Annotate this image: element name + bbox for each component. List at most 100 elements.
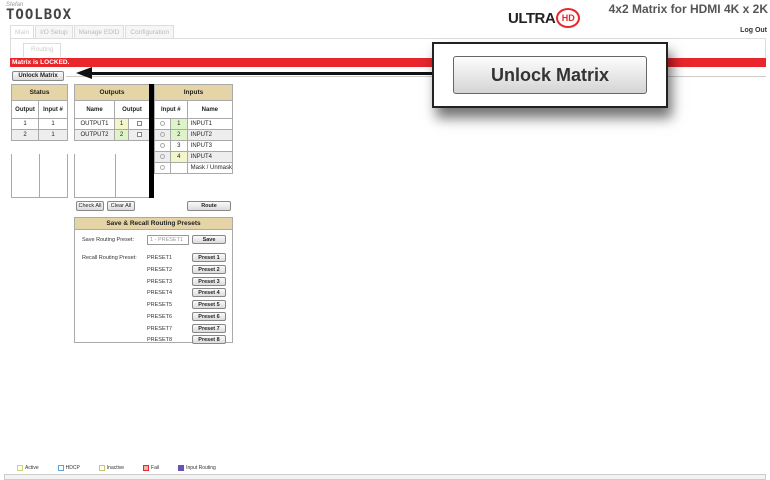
mask-radio[interactable]	[160, 164, 165, 170]
outputs-table: Outputs Name Output OUTPUT1 1 OUTPUT2 2	[74, 84, 150, 141]
table-row: 3 INPUT3	[154, 140, 234, 152]
tab-routing[interactable]: Routing	[23, 43, 62, 57]
legend-label: Inactive	[106, 465, 125, 471]
table-row: 1 1	[11, 118, 68, 130]
outputs-col-name: Name	[74, 100, 115, 119]
status-input-cell: 1	[38, 118, 68, 130]
legend-item: Input Routing	[178, 465, 216, 471]
input-num-cell	[170, 162, 188, 174]
input-num-cell: 2	[170, 129, 188, 141]
clear-all-button[interactable]: Clear All	[107, 201, 135, 211]
preset-2-button[interactable]: Preset 2	[192, 265, 226, 274]
preset-7-button[interactable]: Preset 7	[192, 324, 226, 333]
table-row: 2 1	[11, 129, 68, 141]
legend-swatch	[143, 465, 150, 471]
unlock-matrix-button-zoomed[interactable]: Unlock Matrix	[453, 56, 647, 94]
check-all-button[interactable]: Check All	[76, 201, 104, 211]
legend-swatch	[17, 465, 23, 471]
input-radio-cell	[154, 118, 171, 130]
inputs-col-num: Input #	[154, 100, 188, 119]
input-num-cell: 3	[170, 140, 188, 152]
output-num-cell: 2	[114, 129, 129, 141]
inputs-table: Inputs Input # Name 1 INPUT1 2 INPUT2 3 …	[154, 84, 234, 174]
legend-swatch	[57, 465, 64, 471]
input-radio-cell	[154, 129, 171, 141]
status-output-cell: 2	[11, 129, 39, 141]
save-preset-select[interactable]: 1 - PRESET1	[147, 235, 189, 245]
outputs-col-output: Output	[114, 100, 150, 119]
table-row: 1 INPUT1	[154, 118, 234, 130]
status-col-input: Input #	[38, 100, 68, 119]
input-name-cell: INPUT3	[186, 140, 234, 152]
preset-1-button[interactable]: Preset 1	[192, 253, 226, 262]
output-checkbox-cell	[128, 129, 150, 141]
legend-item: HDCP	[57, 465, 80, 471]
status-legend: Active HDCP Inactive Fail Input Routing	[17, 465, 235, 471]
tab-main[interactable]: Main	[10, 25, 35, 38]
output1-checkbox[interactable]	[136, 120, 142, 126]
hd-circle: HD	[556, 8, 581, 28]
inputs-title: Inputs	[154, 84, 233, 101]
input-name-cell: INPUT4	[186, 151, 234, 163]
legend-item: Inactive	[98, 465, 125, 471]
input-num-cell: 4	[170, 151, 188, 163]
input-name-cell: INPUT1	[186, 118, 234, 130]
output2-checkbox[interactable]	[136, 131, 142, 137]
callout-arrow-head	[76, 67, 92, 79]
preset-name: PRESET8	[147, 337, 173, 343]
product-title: 4x2 Matrix for HDMI 4K x 2K	[608, 2, 768, 16]
output-checkbox-cell	[128, 118, 150, 130]
legend-swatch	[178, 465, 185, 471]
ultra-text: ULTRA	[508, 9, 556, 27]
toolbox-logo: Stefan TOOLBOX	[6, 2, 71, 24]
preset-5-button[interactable]: Preset 5	[192, 300, 226, 309]
preset-name: PRESET3	[147, 279, 173, 285]
legend-swatch	[98, 465, 105, 471]
status-empty-area	[11, 154, 68, 198]
legend-label: HDCP	[65, 465, 80, 471]
presets-panel: Save & Recall Routing Presets Save Routi…	[74, 217, 233, 344]
output-name-cell: OUTPUT2	[74, 129, 115, 141]
status-col-output: Output	[11, 100, 39, 119]
status-output-cell: 1	[11, 118, 39, 130]
input-radio-cell	[154, 140, 171, 152]
ultrahd-logo: ULTRA HD	[508, 6, 581, 30]
tab-configuration[interactable]: Configuration	[125, 25, 175, 38]
input1-radio[interactable]	[160, 120, 165, 126]
preset-name: PRESET1	[147, 255, 173, 261]
input4-radio[interactable]	[160, 153, 165, 159]
tab-manage-edid[interactable]: Manage EDID	[73, 25, 125, 38]
outputs-empty-area	[74, 154, 150, 198]
preset-6-button[interactable]: Preset 6	[192, 312, 226, 321]
status-title: Status	[11, 84, 68, 101]
presets-title: Save & Recall Routing Presets	[75, 218, 232, 230]
inputs-col-name: Name	[186, 100, 234, 119]
preset-4-button[interactable]: Preset 4	[192, 288, 226, 297]
legend-label: Active	[25, 465, 39, 471]
logout-link[interactable]: Log Out	[740, 27, 767, 34]
route-button[interactable]: Route	[187, 201, 231, 211]
preset-name: PRESET5	[147, 302, 173, 308]
table-row: Mask / Unmask	[154, 162, 234, 174]
save-preset-label: Save Routing Preset:	[82, 237, 134, 243]
input3-radio[interactable]	[160, 142, 165, 148]
output-num-cell: 1	[114, 118, 129, 130]
table-row: 4 INPUT4	[154, 151, 234, 163]
horizontal-scrollbar[interactable]	[4, 474, 766, 480]
table-row: OUTPUT1 1	[74, 118, 150, 130]
preset-3-button[interactable]: Preset 3	[192, 277, 226, 286]
legend-label: Fail	[151, 465, 160, 471]
legend-item: Active	[17, 465, 39, 471]
input-radio-cell	[154, 162, 171, 174]
table-row: OUTPUT2 2	[74, 129, 150, 141]
preset-8-button[interactable]: Preset 8	[192, 335, 226, 344]
input2-radio[interactable]	[160, 131, 165, 137]
unlock-matrix-button[interactable]: Unlock Matrix	[12, 71, 64, 81]
input-num-cell: 1	[170, 118, 188, 130]
save-preset-button[interactable]: Save	[192, 235, 226, 244]
input-name-cell: Mask / Unmask	[186, 162, 234, 174]
input-radio-cell	[154, 151, 171, 163]
output-name-cell: OUTPUT1	[74, 118, 115, 130]
table-row: 2 INPUT2	[154, 129, 234, 141]
tab-io-setup[interactable]: I/O Setup	[35, 25, 73, 38]
